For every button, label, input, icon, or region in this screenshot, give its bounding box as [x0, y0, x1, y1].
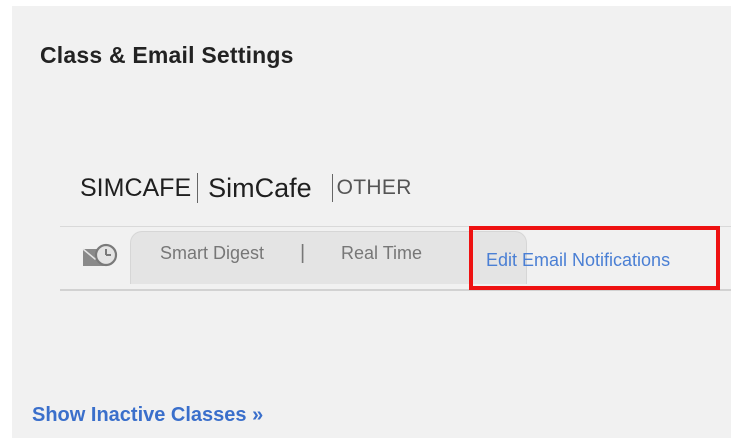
- show-inactive-classes-link[interactable]: Show Inactive Classes »: [32, 404, 263, 427]
- page-title: Class & Email Settings: [40, 42, 294, 68]
- class-separator: [197, 173, 199, 203]
- class-type: OTHER: [336, 176, 412, 199]
- edit-email-notifications-link[interactable]: Edit Email Notifications: [486, 250, 670, 271]
- smart-digest-option[interactable]: Smart Digest: [160, 243, 264, 264]
- class-type-separator: [331, 174, 333, 202]
- mode-divider: |: [300, 242, 306, 264]
- class-code: SIMCAFE: [80, 173, 192, 202]
- class-name: SimCafe: [208, 172, 312, 203]
- real-time-option[interactable]: Real Time: [341, 243, 422, 264]
- mail-clock-icon: [82, 243, 118, 267]
- class-header: SIMCAFE SimCafe OTHER: [80, 170, 412, 206]
- settings-panel: [12, 6, 731, 438]
